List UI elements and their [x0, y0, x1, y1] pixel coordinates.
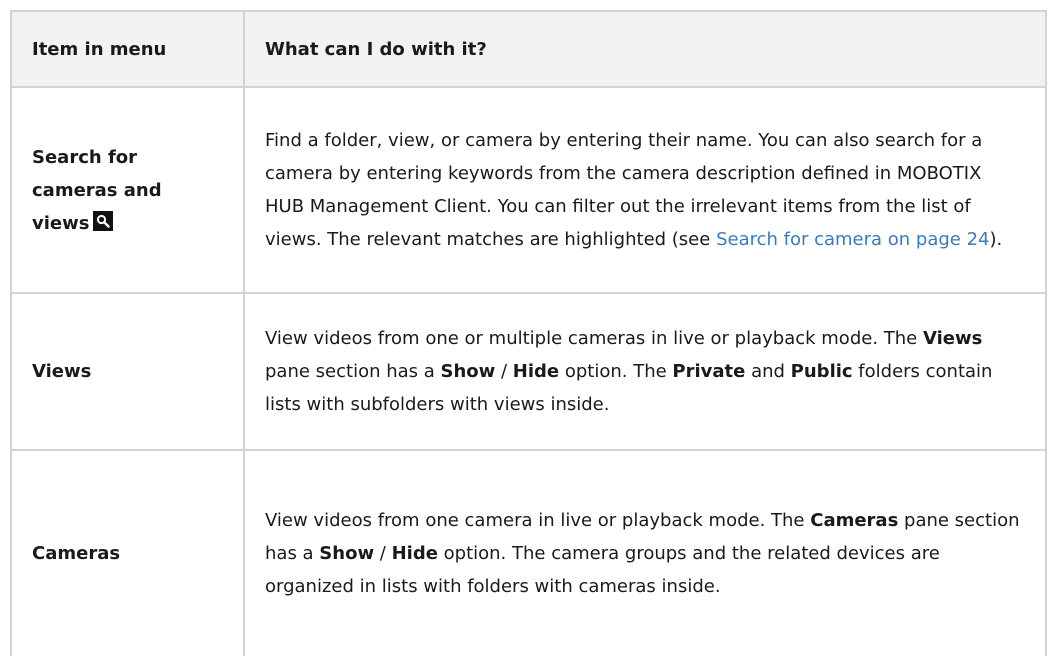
description-cell-cameras: View videos from one camera in live or p…	[243, 449, 1047, 656]
bold-term-show: Show	[440, 361, 496, 382]
description-cell-views: View videos from one or multiple cameras…	[243, 292, 1047, 451]
bold-term-views: Views	[922, 328, 983, 349]
text-segment: View videos from one camera in live or p…	[265, 510, 811, 531]
text-segment: pane section has a	[265, 361, 441, 382]
bold-term-show: Show	[319, 543, 375, 564]
table-header-row: Item in menu What can I do with it?	[10, 10, 1047, 88]
bold-term-public: Public	[790, 361, 853, 382]
description-search: Find a folder, view, or camera by enteri…	[265, 124, 1025, 256]
search-icon	[93, 210, 114, 231]
header-item-in-menu: Item in menu	[10, 10, 245, 88]
item-cell-search: Search for cameras and views	[10, 86, 245, 294]
bold-term-cameras: Cameras	[810, 510, 899, 531]
bold-term-hide: Hide	[391, 543, 438, 564]
table-row: Cameras View videos from one camera in l…	[10, 449, 1047, 656]
item-label-cameras: Cameras	[10, 449, 245, 656]
text-segment: option. The	[559, 361, 673, 382]
description-cell-search: Find a folder, view, or camera by enteri…	[243, 86, 1047, 294]
header-what-can-i-do: What can I do with it?	[243, 10, 1047, 88]
text-segment: View videos from one or multiple cameras…	[265, 328, 923, 349]
bold-term-private: Private	[672, 361, 746, 382]
text-segment: /	[495, 361, 513, 382]
search-for-camera-link[interactable]: Search for camera on page 24	[716, 229, 989, 250]
text-segment: and	[745, 361, 791, 382]
bold-term-hide: Hide	[512, 361, 560, 382]
description-views: View videos from one or multiple cameras…	[265, 322, 1025, 421]
menu-items-table: Item in menu What can I do with it? Sear…	[10, 10, 1047, 656]
text-segment: /	[374, 543, 392, 564]
table-row: Search for cameras and views Find a fold…	[10, 86, 1047, 294]
description-cameras: View videos from one camera in live or p…	[265, 504, 1025, 603]
table-row: Views View videos from one or multiple c…	[10, 292, 1047, 451]
item-label-views: Views	[10, 292, 245, 451]
description-search-after: ).	[989, 229, 1003, 250]
